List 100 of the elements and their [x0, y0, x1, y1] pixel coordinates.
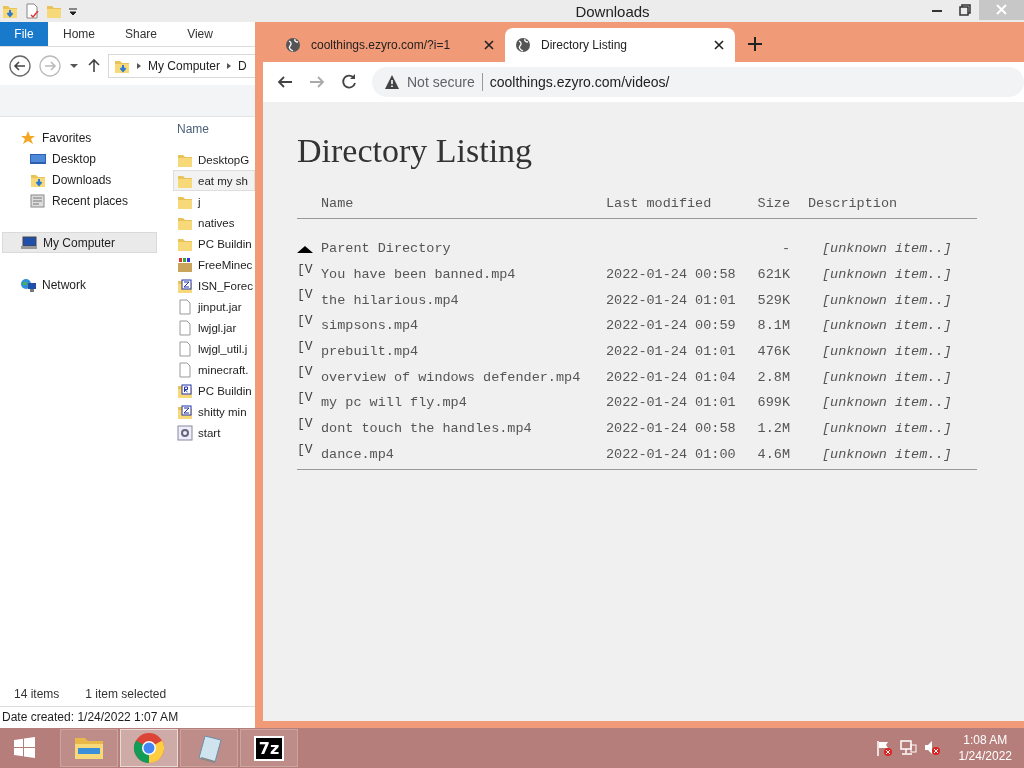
table-cell-text: 621K — [756, 267, 790, 283]
ribbon-tab[interactable]: File — [0, 22, 48, 46]
app-logo: 7z — [253, 735, 285, 761]
archive-icon — [177, 382, 193, 399]
table-cell-text: 476K — [756, 344, 790, 360]
file-icon — [177, 361, 193, 378]
file-item[interactable]: shitty min — [170, 401, 255, 422]
ribbon-tab[interactable]: Share — [110, 22, 173, 46]
nav-item[interactable]: Network — [0, 274, 147, 295]
selection-count: 1 item selected — [85, 687, 167, 701]
document-icon — [30, 192, 46, 209]
file-item[interactable]: eat my sh — [173, 170, 255, 191]
settings-icon — [177, 424, 193, 441]
installer-icon — [177, 256, 193, 273]
file-item[interactable]: lwjgl.jar — [170, 317, 255, 338]
nav-item[interactable]: Recent places — [0, 190, 147, 211]
address-bar[interactable]: Not secure coolthings.ezyro.com/videos/ — [372, 67, 1024, 97]
network-icon[interactable] — [898, 739, 917, 757]
item-count: 14 items — [14, 687, 60, 701]
file-type-icon: [V — [297, 390, 321, 406]
close-icon[interactable] — [713, 39, 725, 51]
file-link[interactable]: the hilarious.mp4 — [321, 292, 606, 308]
column-header[interactable]: Description — [790, 195, 960, 211]
file-type-icon: [V — [297, 287, 321, 303]
table-cell-text: [unknown item..] — [821, 395, 953, 411]
breadcrumb[interactable]: D — [238, 59, 247, 73]
table-cell-text: 529K — [756, 292, 790, 308]
file-link[interactable]: Parent Directory — [321, 241, 606, 257]
security-label[interactable]: Not secure — [407, 74, 475, 90]
column-header[interactable]: Name — [170, 121, 255, 143]
nav-item[interactable]: Downloads — [0, 169, 147, 190]
file-icon — [177, 319, 193, 336]
globe-icon — [285, 37, 301, 53]
file-type-icon: [V — [297, 313, 321, 329]
column-header[interactable]: Size — [746, 195, 790, 211]
taskbar-button[interactable] — [120, 729, 178, 767]
file-item[interactable]: ISN_Forec — [170, 275, 255, 296]
browser-tab[interactable]: coolthings.ezyro.com/?i=1 — [275, 28, 505, 62]
warning-icon — [384, 74, 400, 90]
table-cell-text: [unknown item..] — [821, 369, 953, 385]
file-link[interactable]: my pc will fly.mp4 — [321, 395, 606, 411]
taskbar-button[interactable] — [60, 729, 118, 767]
file-item[interactable]: DesktopG — [170, 149, 255, 170]
file-item[interactable]: lwjgl_util.j — [170, 338, 255, 359]
file-item[interactable]: minecraft. — [170, 359, 255, 380]
table-cell-text: 2022-01-24 00:58 — [606, 267, 737, 283]
table-cell-text: [unknown item..] — [821, 421, 953, 437]
volume-muted-icon[interactable] — [922, 739, 941, 757]
file-item[interactable]: j — [170, 191, 255, 212]
browser-tab[interactable]: Directory Listing — [505, 28, 735, 62]
document-icon[interactable] — [24, 3, 40, 19]
file-item[interactable]: PC Buildin — [170, 380, 255, 401]
folder-icon[interactable] — [2, 3, 18, 19]
archive-icon — [177, 277, 193, 294]
file-type-icon: [V — [297, 338, 321, 354]
column-header[interactable]: Name — [321, 195, 606, 211]
new-tab-icon[interactable] — [747, 36, 763, 52]
table-cell-text: 699K — [756, 395, 790, 411]
reload-icon[interactable] — [340, 73, 358, 91]
file-link[interactable]: simpsons.mp4 — [321, 318, 606, 334]
file-item[interactable]: natives — [170, 212, 255, 233]
globe-icon — [515, 37, 531, 53]
nav-item[interactable]: Desktop — [0, 148, 147, 169]
file-icon — [177, 340, 193, 357]
file-item[interactable]: start — [170, 422, 255, 443]
close-icon[interactable] — [483, 39, 495, 51]
table-cell-text: 2022-01-24 01:01 — [606, 395, 737, 411]
file-link[interactable]: dont touch the handles.mp4 — [321, 421, 606, 437]
file-link[interactable]: dance.mp4 — [321, 446, 606, 462]
file-item[interactable]: FreeMinec — [170, 254, 255, 275]
computer-icon — [21, 234, 37, 251]
flag-icon[interactable] — [874, 739, 893, 757]
file-item[interactable]: PC Buildin — [170, 233, 255, 254]
file-link[interactable]: You have been banned.mp4 — [321, 267, 606, 283]
nav-item[interactable]: Favorites — [0, 127, 147, 148]
table-cell-text: [unknown item..] — [821, 292, 953, 308]
address-bar[interactable]: My Computer D — [108, 54, 255, 78]
url-text[interactable]: coolthings.ezyro.com/videos/ — [489, 74, 670, 90]
folder-icon — [114, 58, 130, 74]
table-cell-text: 2022-01-24 01:00 — [606, 446, 737, 462]
nav-item[interactable]: My Computer — [2, 232, 157, 253]
ribbon-tab[interactable]: View — [172, 22, 229, 46]
file-type-icon: [V — [297, 415, 321, 431]
file-item[interactable]: jinput.jar — [170, 296, 255, 317]
table-cell-text: 8.1M — [756, 318, 790, 334]
file-type-icon: [V — [297, 441, 321, 457]
table-cell-text: [unknown item..] — [821, 318, 953, 334]
table-cell-text: 2022-01-24 00:58 — [606, 421, 737, 437]
file-link[interactable]: overview of windows defender.mp4 — [321, 369, 606, 385]
file-link[interactable]: prebuilt.mp4 — [321, 344, 606, 360]
ribbon-tab[interactable]: Home — [48, 22, 110, 46]
breadcrumb[interactable]: My Computer — [148, 59, 221, 73]
archive-icon — [177, 403, 193, 420]
page-heading: Directory Listing — [297, 132, 534, 170]
table-cell-text: 4.6M — [756, 446, 790, 462]
table-cell-text: [unknown item..] — [821, 267, 953, 283]
column-header[interactable]: Last modified — [606, 195, 746, 211]
taskbar-button[interactable]: 7z — [240, 729, 298, 767]
back-icon[interactable] — [8, 54, 32, 78]
table-cell-text: 2022-01-24 01:04 — [606, 369, 737, 385]
